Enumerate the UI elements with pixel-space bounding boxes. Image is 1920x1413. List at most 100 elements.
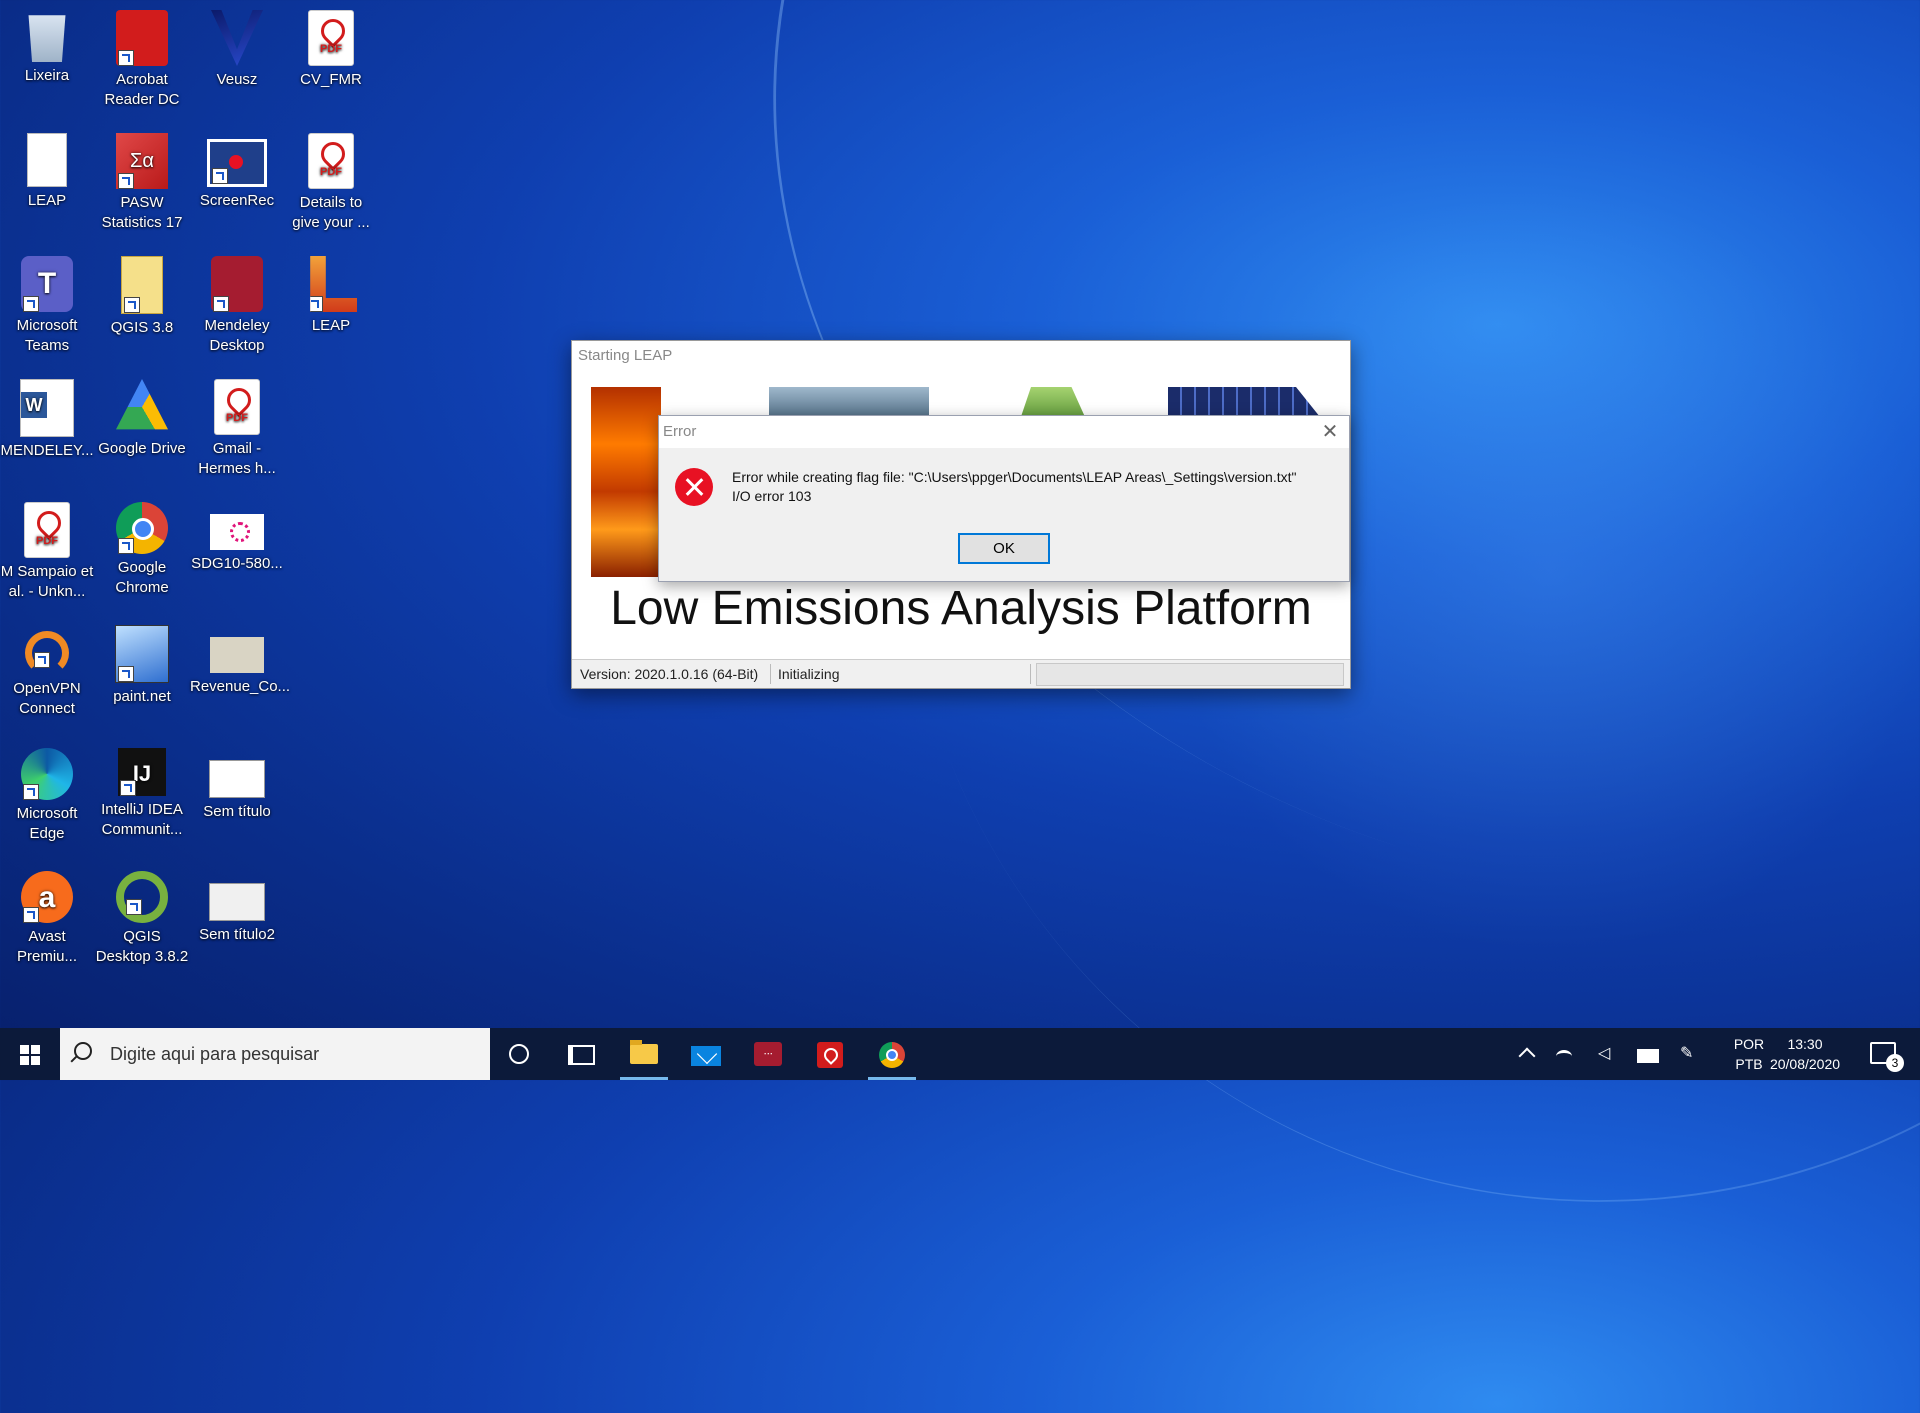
qgis-icon bbox=[116, 871, 168, 923]
desktop-icon-leap-app[interactable]: LEAP bbox=[284, 250, 378, 336]
teams-icon: T bbox=[21, 256, 73, 312]
desktop-icon-avast[interactable]: a Avast Premiu... bbox=[0, 865, 94, 967]
blank-file-icon bbox=[27, 133, 67, 187]
acrobat-icon bbox=[817, 1042, 843, 1068]
desktop-icon-sem-titulo2[interactable]: Sem título2 bbox=[190, 865, 284, 945]
desktop-icon-teams[interactable]: T Microsoft Teams bbox=[0, 250, 94, 356]
desktop-icon-label: ScreenRec bbox=[199, 192, 275, 209]
error-dialog-title: Error bbox=[659, 416, 1349, 448]
word-document-icon: W bbox=[20, 379, 74, 437]
desktop-icon-mendeley-doc[interactable]: W MENDELEY... bbox=[0, 373, 94, 461]
desktop-icon-edge[interactable]: Microsoft Edge bbox=[0, 742, 94, 844]
desktop-icon-acrobat[interactable]: Acrobat Reader DC bbox=[95, 4, 189, 110]
desktop-icon-screenrec[interactable]: ScreenRec bbox=[190, 127, 284, 211]
progress-bar bbox=[1036, 663, 1344, 686]
chrome-icon bbox=[879, 1042, 905, 1068]
image-file-icon bbox=[210, 514, 264, 550]
close-icon[interactable]: ✕ bbox=[1319, 421, 1341, 443]
search-box[interactable]: Digite aqui para pesquisar bbox=[60, 1028, 490, 1080]
desktop-icon-label: Veusz bbox=[216, 71, 258, 88]
file-explorer-button[interactable] bbox=[616, 1028, 672, 1080]
screenrec-icon bbox=[207, 139, 267, 187]
folder-icon bbox=[630, 1040, 658, 1064]
desktop-icon-details-pdf[interactable]: PDF Details to give your ... bbox=[284, 127, 378, 233]
desktop-icon-label: PASW Statistics 17 bbox=[101, 194, 183, 231]
google-drive-icon bbox=[116, 379, 168, 430]
desktop-icon-label: Google Chrome bbox=[115, 559, 169, 596]
desktop-icon-veusz[interactable]: Veusz bbox=[190, 4, 284, 90]
image-file-icon bbox=[210, 637, 264, 673]
desktop-icon-label: IntelliJ IDEA Communit... bbox=[101, 801, 183, 838]
veusz-icon bbox=[211, 10, 263, 66]
mendeley-icon: ᐧᐧᐧ bbox=[754, 1042, 782, 1066]
version-text: Version: 2020.1.0.16 (64-Bit) bbox=[580, 666, 759, 682]
desktop-icon-label: CV_FMR bbox=[300, 71, 362, 88]
desktop-icon-label: Avast Premiu... bbox=[16, 928, 77, 965]
desktop-icon-label: Details to give your ... bbox=[292, 194, 370, 231]
acrobat-icon bbox=[116, 10, 168, 66]
mendeley-taskbar-button[interactable]: ᐧᐧᐧ bbox=[740, 1028, 796, 1080]
leap-icon bbox=[310, 256, 357, 312]
notification-center-icon[interactable]: 3 bbox=[1870, 1042, 1904, 1072]
pdf-icon: PDF bbox=[305, 10, 357, 66]
avast-icon: a bbox=[21, 871, 73, 923]
volume-icon[interactable]: ◁ bbox=[1598, 1046, 1618, 1062]
wifi-icon[interactable] bbox=[1556, 1050, 1572, 1063]
mendeley-icon bbox=[211, 256, 263, 312]
acrobat-taskbar-button[interactable] bbox=[802, 1028, 858, 1080]
mail-button[interactable] bbox=[678, 1028, 734, 1080]
desktop-icon-qgis38[interactable]: QGIS 3.8 bbox=[95, 250, 189, 338]
platform-name: Low Emissions Analysis Platform bbox=[610, 582, 1312, 635]
clock[interactable]: 13:30 20/08/2020 bbox=[1760, 1034, 1850, 1074]
cortana-icon bbox=[509, 1044, 529, 1064]
desktop-icon-google-drive[interactable]: Google Drive bbox=[95, 373, 189, 459]
desktop-icon-google-chrome[interactable]: Google Chrome bbox=[95, 496, 189, 598]
desktop-icon-gmail-pdf[interactable]: PDF Gmail - Hermes h... bbox=[190, 373, 284, 479]
desktop-icon-label: QGIS Desktop 3.8.2 bbox=[95, 928, 189, 965]
desktop-icon-label: SDG10-580... bbox=[191, 555, 283, 572]
cortana-button[interactable] bbox=[491, 1028, 547, 1080]
notification-badge: 3 bbox=[1886, 1054, 1904, 1072]
chrome-taskbar-button[interactable] bbox=[864, 1028, 920, 1080]
pdf-icon: PDF bbox=[211, 379, 263, 435]
start-button[interactable] bbox=[0, 1028, 60, 1080]
desktop-icon-label: Acrobat Reader DC bbox=[104, 71, 180, 108]
splash-status-bar: Version: 2020.1.0.16 (64-Bit) Initializi… bbox=[572, 659, 1350, 688]
desktop-icon-sdg10[interactable]: SDG10-580... bbox=[190, 496, 284, 574]
error-message-line2: I/O error 103 bbox=[732, 488, 812, 504]
desktop-icon-label: Google Drive bbox=[98, 440, 186, 457]
mail-icon bbox=[691, 1046, 721, 1066]
search-placeholder: Digite aqui para pesquisar bbox=[110, 1044, 320, 1064]
battery-icon[interactable] bbox=[1637, 1049, 1659, 1063]
desktop-icon-openvpn[interactable]: OpenVPN Connect bbox=[0, 619, 94, 719]
clock-time: 13:30 bbox=[1787, 1036, 1823, 1052]
image-file-icon bbox=[209, 760, 265, 798]
pen-icon[interactable]: ✎ bbox=[1680, 1046, 1700, 1062]
desktop-icon-msampaio-pdf[interactable]: PDF M Sampaio et al. - Unkn... bbox=[0, 496, 94, 602]
desktop-icon-label: Gmail - Hermes h... bbox=[198, 440, 276, 477]
desktop-icon-intellij[interactable]: IJ IntelliJ IDEA Communit... bbox=[95, 742, 189, 840]
intellij-icon: IJ bbox=[118, 748, 166, 796]
desktop-icon-revenue[interactable]: Revenue_Co... bbox=[190, 619, 291, 697]
desktop-icon-sem-titulo[interactable]: Sem título bbox=[190, 742, 284, 822]
desktop-icon-lixeira[interactable]: Lixeira bbox=[0, 4, 94, 86]
ok-button[interactable]: OK bbox=[958, 533, 1050, 564]
desktop-icon-pasw[interactable]: Σα PASW Statistics 17 bbox=[95, 127, 189, 233]
windows-logo-icon bbox=[20, 1045, 40, 1065]
desktop-icon-label: Sem título bbox=[203, 803, 271, 820]
desktop-icon-leap-file[interactable]: LEAP bbox=[0, 127, 94, 211]
desktop-icon-mendeley-desktop[interactable]: Mendeley Desktop bbox=[190, 250, 284, 356]
search-icon bbox=[74, 1042, 92, 1060]
desktop-icon-label: Revenue_Co... bbox=[190, 678, 291, 695]
desktop-icon-paintnet[interactable]: paint.net bbox=[95, 619, 189, 707]
desktop-icon-cv-fmr[interactable]: PDF CV_FMR bbox=[284, 4, 378, 90]
desktop-icon-label: paint.net bbox=[113, 688, 171, 705]
desktop-icon-label: QGIS 3.8 bbox=[110, 319, 174, 336]
error-message-line1: Error while creating flag file: "C:\User… bbox=[732, 469, 1297, 485]
edge-icon bbox=[21, 748, 73, 800]
status-divider bbox=[770, 664, 771, 684]
task-view-button[interactable] bbox=[551, 1028, 607, 1080]
desktop-icon-qgis-desktop[interactable]: QGIS Desktop 3.8.2 bbox=[95, 865, 189, 967]
fire-image bbox=[591, 387, 661, 577]
show-hidden-icons-chevron-icon[interactable] bbox=[1518, 1047, 1536, 1065]
